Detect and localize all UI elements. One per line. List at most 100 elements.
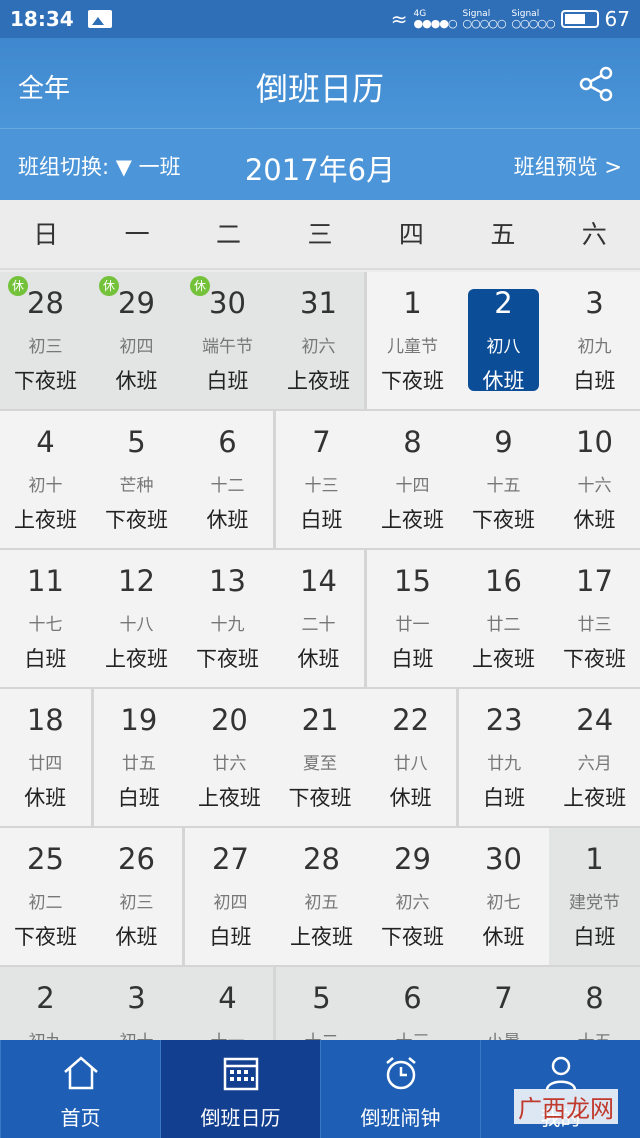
- battery-icon: [560, 10, 599, 28]
- shift-label: 休班: [482, 925, 525, 949]
- calendar-day-cell[interactable]: 6 十二 休班: [182, 411, 273, 548]
- calendar-day-cell[interactable]: 22 廿八 休班: [365, 689, 456, 826]
- calendar-day-cell[interactable]: 18 廿四 休班: [0, 689, 91, 826]
- calendar-day-cell[interactable]: 休 28 初三 下夜班: [0, 272, 91, 409]
- calendar-day-cell[interactable]: 休 30 端午节 白班: [182, 272, 273, 409]
- calendar-day-cell[interactable]: 26 初三 休班: [91, 828, 182, 965]
- calendar-day-cell[interactable]: 24 六月 上夜班: [549, 689, 640, 826]
- calendar-day-cell[interactable]: 19 廿五 白班: [90, 689, 185, 826]
- lunar-date: 廿一: [395, 615, 430, 635]
- calendar-day-cell[interactable]: 1 建党节 白班: [549, 828, 640, 965]
- lunar-date: 端午节: [202, 337, 253, 357]
- weekday-label: 六: [581, 220, 607, 249]
- calendar-day-cell[interactable]: 3 初九 白班: [549, 272, 640, 409]
- calendar-day-cell[interactable]: 4 初十 上夜班: [0, 411, 91, 548]
- calendar-day-cell[interactable]: 14 二十 休班: [273, 550, 364, 687]
- calendar-day-cell[interactable]: 1 儿童节 下夜班: [364, 272, 458, 409]
- day-number: 5: [312, 981, 331, 1015]
- calendar-day-cell[interactable]: 2 初八 休班: [458, 272, 549, 409]
- day-number: 3: [127, 981, 146, 1015]
- app-header: 全年 倒班日历: [0, 38, 640, 128]
- calendar-day-cell[interactable]: 5 芒种 下夜班: [91, 411, 182, 548]
- day-number: 3: [585, 286, 604, 320]
- weekday-label: 五: [490, 220, 516, 249]
- day-number: 17: [576, 564, 613, 598]
- tab-label: 首页: [60, 1106, 101, 1130]
- day-number: 27: [212, 842, 249, 876]
- tab-home[interactable]: 首页: [0, 1040, 160, 1138]
- calendar-day-cell[interactable]: 23 廿九 白班: [455, 689, 550, 826]
- calendar-day-cell[interactable]: 20 廿六 上夜班: [184, 689, 275, 826]
- lunar-date: 夏至: [303, 754, 338, 774]
- day-number: 8: [403, 425, 422, 459]
- lunar-date: 十八: [119, 615, 154, 635]
- shift-label: 下夜班: [381, 369, 444, 393]
- tab-calendar[interactable]: 倒班日历: [160, 1040, 320, 1138]
- shift-label: 白班: [24, 647, 67, 671]
- calendar-day-cell[interactable]: 21 夏至 下夜班: [274, 689, 366, 826]
- calendar-day-cell[interactable]: 16 廿二 上夜班: [458, 550, 549, 687]
- lunar-date: 十四: [395, 476, 430, 496]
- shift-label: 上夜班: [290, 925, 353, 949]
- shift-label: 下夜班: [105, 508, 168, 532]
- calendar-day-cell[interactable]: 12 十八 上夜班: [91, 550, 182, 687]
- calendar-week-row: 18 廿四 休班 19 廿五 白班 20 廿六 上夜班 21 夏至 下夜班 22 廿八 休班 23 廿九 白班 24…: [0, 689, 640, 828]
- day-number: 6: [218, 425, 237, 459]
- lunar-date: 六月: [577, 754, 612, 774]
- calendar-day-cell[interactable]: 15 廿一 白班: [364, 550, 458, 687]
- day-number: 18: [26, 703, 64, 737]
- calendar-day-cell[interactable]: 30 初七 休班: [458, 828, 549, 965]
- signal-dots-icon: ○○○○○: [511, 17, 556, 30]
- share-icon[interactable]: [578, 66, 614, 102]
- lunar-date: 初九: [577, 337, 612, 357]
- day-number: 7: [312, 425, 331, 459]
- lunar-date: 十三: [304, 476, 339, 496]
- lunar-date: 十九: [210, 615, 245, 635]
- lunar-date: 初七: [486, 893, 521, 913]
- calendar-day-cell[interactable]: 11 十七 白班: [0, 550, 91, 687]
- calendar-day-cell[interactable]: 27 初四 白班: [182, 828, 276, 965]
- calendar-day-cell[interactable]: 28 初五 上夜班: [276, 828, 367, 965]
- day-number: 5: [127, 425, 146, 459]
- calendar-day-cell[interactable]: 31 初六 上夜班: [273, 272, 364, 409]
- calendar-day-cell[interactable]: 13 十九 下夜班: [182, 550, 273, 687]
- day-number: 21: [301, 703, 339, 737]
- day-number: 15: [394, 564, 431, 598]
- day-number: 19: [120, 703, 158, 737]
- shift-label: 白班: [573, 925, 616, 949]
- calendar-day-cell[interactable]: 8 十四 上夜班: [367, 411, 458, 548]
- lunar-date: 十七: [28, 615, 63, 635]
- watermark: 广西龙网: [514, 1089, 618, 1124]
- day-number: 4: [36, 425, 55, 459]
- calendar-day-cell[interactable]: 29 初六 下夜班: [367, 828, 458, 965]
- calendar-day-cell[interactable]: 9 十五 下夜班: [458, 411, 549, 548]
- lunar-date: 廿六: [212, 754, 247, 774]
- day-number: 10: [576, 425, 613, 459]
- team-preview-link[interactable]: 班组预览 >: [514, 151, 622, 181]
- lunar-date: 二十: [301, 615, 336, 635]
- lunar-date: 初四: [119, 337, 154, 357]
- day-number: 7: [494, 981, 513, 1015]
- shift-label: 上夜班: [197, 786, 261, 810]
- shift-label: 白班: [209, 925, 252, 949]
- calendar-day-cell[interactable]: 10 十六 休班: [549, 411, 640, 548]
- day-number: 9: [494, 425, 513, 459]
- tab-label: 倒班闹钟: [360, 1106, 441, 1130]
- lunar-date: 初三: [119, 893, 154, 913]
- lunar-date: 初八: [486, 337, 521, 357]
- calendar-day-cell[interactable]: 25 初二 下夜班: [0, 828, 91, 965]
- status-indicators: ≈ 4G ●●●●○ Signal ○○○○○ Signal ○○○○○ 67: [391, 7, 630, 31]
- shift-label: 白班: [206, 369, 249, 393]
- calendar-day-cell[interactable]: 17 廿三 下夜班: [549, 550, 640, 687]
- day-number: 8: [585, 981, 604, 1015]
- tab-alarm-clock[interactable]: 倒班闹钟: [320, 1040, 480, 1138]
- calendar-day-cell[interactable]: 7 十三 白班: [273, 411, 367, 548]
- lunar-date: 初十: [28, 476, 63, 496]
- day-number: 14: [300, 564, 337, 598]
- shift-label: 休班: [389, 786, 432, 810]
- day-number: 23: [485, 703, 523, 737]
- calendar-day-cell[interactable]: 休 29 初四 休班: [91, 272, 182, 409]
- weekday-label: 二: [216, 220, 242, 249]
- signal-dots-icon: ○○○○○: [462, 17, 507, 30]
- calendar-grid: 休 28 初三 下夜班休 29 初四 休班休 30 端午节 白班 31 初六 上夜班 1 儿童节 下夜班 2 初八…: [0, 272, 640, 1106]
